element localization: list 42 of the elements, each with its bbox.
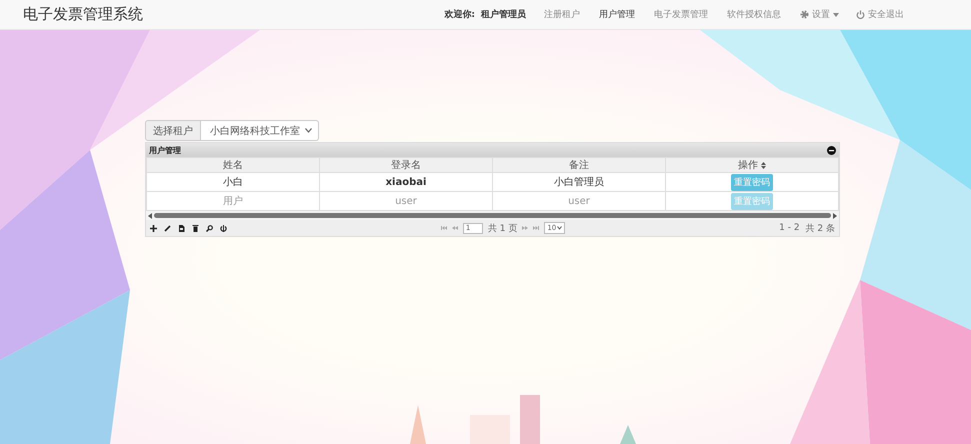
nav-link[interactable]: 用户管理 <box>599 8 635 21</box>
table-cell: xiaobai <box>320 172 492 192</box>
pencil-icon <box>164 224 171 232</box>
nav-link[interactable]: 注册租户 <box>544 8 580 21</box>
record-range: 1 - 2 <box>779 223 800 233</box>
horizontal-scrollbar[interactable] <box>146 211 839 220</box>
table-cell: 小白 <box>146 172 320 192</box>
search-icon <box>206 224 213 232</box>
settings-icon <box>800 10 809 19</box>
nav-link[interactable]: 软件授权信息 <box>727 8 781 21</box>
chevron-icon <box>557 226 562 230</box>
logout-link[interactable]: 安全退出 <box>856 8 904 21</box>
grid-title: 用户管理 <box>149 144 181 156</box>
last-page-icon <box>533 226 540 230</box>
scroll-left-icon <box>148 212 152 218</box>
tenant-label: 选择租户 <box>145 120 201 141</box>
tenant-dropdown[interactable]: 小白网络科技工作室 <box>201 120 319 141</box>
power-icon <box>856 10 865 19</box>
sort-icon <box>761 162 766 168</box>
table-cell: 小白管理员 <box>492 172 666 192</box>
column-header: 姓名 <box>146 158 320 172</box>
trash-icon <box>192 224 199 232</box>
settings-menu[interactable]: 设置 <box>800 8 839 21</box>
record-total: 共 2 条 <box>806 222 835 234</box>
column-header: 备注 <box>492 158 666 172</box>
nav-link[interactable]: 电子发票管理 <box>654 8 708 21</box>
first-page-icon <box>440 226 447 230</box>
window-title: 电子发票管理系统 <box>23 5 143 24</box>
collapse-icon <box>827 146 836 154</box>
caret-icon <box>833 12 839 16</box>
column-header: 登录名 <box>320 158 492 172</box>
reset-password-button[interactable]: 重置密码 <box>731 174 773 190</box>
user-name: 租户管理员 <box>481 8 526 21</box>
scroll-right-icon <box>833 212 837 218</box>
greeting-label: 欢迎你: <box>444 8 475 21</box>
previous-page-icon <box>452 226 458 230</box>
chevron-icon <box>305 128 312 133</box>
column-header[interactable]: 操作 <box>738 158 758 172</box>
document-icon <box>178 224 185 232</box>
add-icon <box>150 224 157 232</box>
total-pages-label: 共 1 页 <box>488 222 518 234</box>
next-page-icon <box>522 226 528 230</box>
